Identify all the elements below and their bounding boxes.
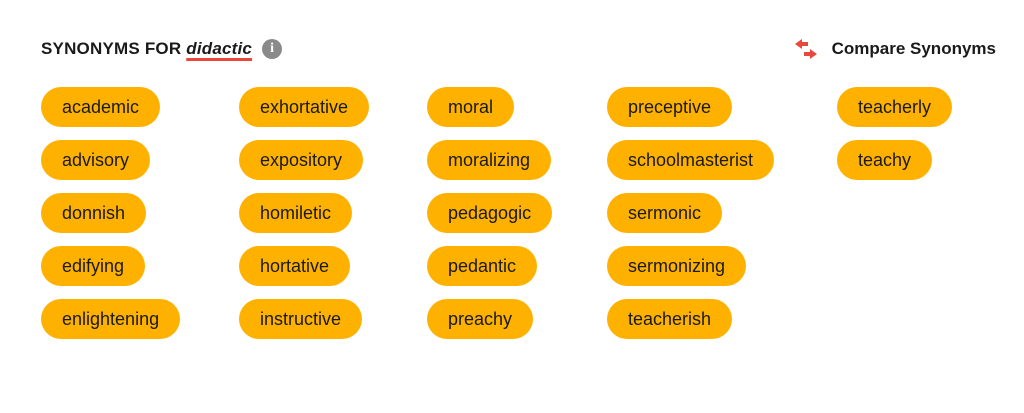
synonym-pill[interactable]: pedagogic — [427, 193, 553, 233]
compare-synonyms-label: Compare Synonyms — [831, 39, 996, 58]
synonyms-header: SYNONYMS FOR didactic i — [41, 36, 283, 62]
synonym-pill[interactable]: edifying — [41, 246, 146, 286]
synonym-pill[interactable]: expository — [239, 140, 364, 180]
synonym-pill[interactable]: instructive — [239, 299, 363, 339]
synonym-pill[interactable]: pedantic — [427, 246, 538, 286]
synonym-pill[interactable]: schoolmasterist — [607, 140, 775, 180]
compare-synonyms-button[interactable]: Compare Synonyms — [792, 36, 996, 62]
synonym-pill[interactable]: moralizing — [427, 140, 552, 180]
headword-link[interactable]: didactic — [186, 39, 252, 58]
title-prefix: SYNONYMS FOR — [41, 39, 187, 58]
synonym-pill[interactable]: donnish — [41, 193, 147, 233]
synonym-pill[interactable]: preachy — [427, 299, 534, 339]
synonym-pill[interactable]: sermonizing — [607, 246, 747, 286]
synonyms-title: SYNONYMS FOR didactic — [41, 39, 252, 59]
synonym-pill[interactable]: homiletic — [239, 193, 353, 233]
info-icon[interactable]: i — [262, 39, 283, 59]
synonym-pill[interactable]: enlightening — [41, 299, 181, 339]
synonym-pill[interactable]: sermonic — [607, 193, 723, 233]
synonym-pill[interactable]: exhortative — [239, 87, 370, 127]
synonym-pill[interactable]: advisory — [41, 140, 151, 180]
synonym-pill[interactable]: hortative — [239, 246, 351, 286]
synonym-pill[interactable]: moral — [427, 87, 515, 127]
swap-arrows-icon — [792, 37, 820, 61]
synonym-pill[interactable]: teacherish — [607, 299, 733, 339]
synonym-pill[interactable]: teachy — [837, 140, 933, 180]
synonym-pill[interactable]: preceptive — [607, 87, 733, 127]
synonym-pill[interactable]: academic — [41, 87, 161, 127]
synonym-pill[interactable]: teacherly — [837, 87, 953, 127]
